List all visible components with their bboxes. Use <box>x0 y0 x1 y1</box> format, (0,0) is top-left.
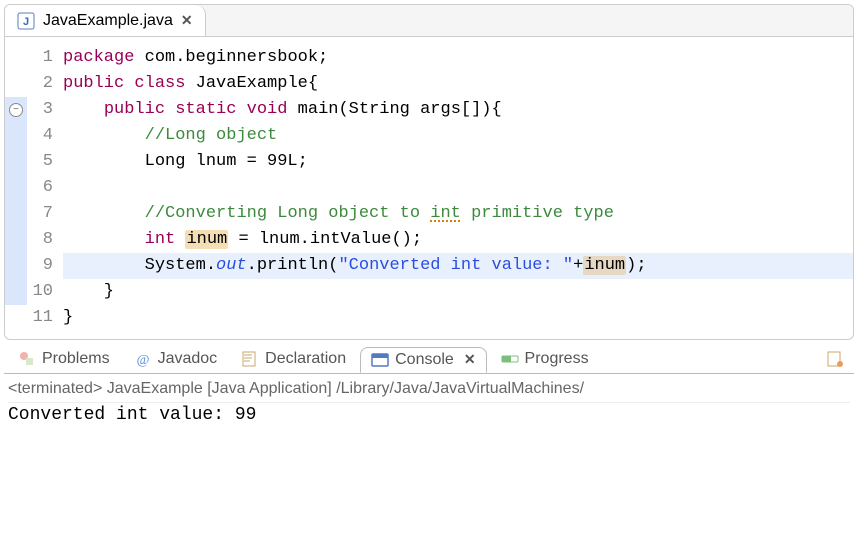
close-icon[interactable]: ✕ <box>464 351 476 368</box>
code-line[interactable]: //Converting Long object to int primitiv… <box>63 201 853 227</box>
gutter-marker <box>5 123 27 149</box>
marker-column: − <box>5 45 27 331</box>
line-number: 1 <box>27 45 53 71</box>
gutter-marker: − <box>5 97 27 123</box>
close-icon[interactable]: ✕ <box>181 12 193 29</box>
tab-console[interactable]: Console ✕ <box>360 347 486 373</box>
tab-label: Problems <box>42 350 110 368</box>
gutter-marker <box>5 71 27 97</box>
editor-tab[interactable]: J JavaExample.java ✕ <box>5 5 206 36</box>
tab-problems[interactable]: Problems <box>8 347 120 371</box>
fold-icon[interactable]: − <box>9 103 23 117</box>
code-line[interactable]: } <box>63 279 853 305</box>
code-area[interactable]: − 1234567891011 package com.beginnersboo… <box>5 37 853 339</box>
line-number: 7 <box>27 201 53 227</box>
tab-progress[interactable]: Progress <box>491 347 599 371</box>
svg-text:J: J <box>23 16 29 28</box>
line-number: 3 <box>27 97 53 123</box>
gutter-marker <box>5 253 27 279</box>
gutter-marker <box>5 227 27 253</box>
line-number-gutter: 1234567891011 <box>27 45 59 331</box>
declaration-icon <box>241 350 259 368</box>
java-file-icon: J <box>17 12 35 30</box>
editor-tab-bar: J JavaExample.java ✕ <box>5 5 853 37</box>
gutter-marker <box>5 175 27 201</box>
tab-label: Progress <box>525 350 589 368</box>
code-lines[interactable]: package com.beginnersbook;public class J… <box>59 45 853 331</box>
console-content: <terminated> JavaExample [Java Applicati… <box>4 374 854 429</box>
code-line[interactable]: public static void main(String args[]){ <box>63 97 853 123</box>
progress-icon <box>501 350 519 368</box>
tab-declaration[interactable]: Declaration <box>231 347 356 371</box>
console-output: Converted int value: 99 <box>8 403 850 427</box>
javadoc-icon: @ <box>134 350 152 368</box>
problems-icon <box>18 350 36 368</box>
console-status: <terminated> JavaExample [Java Applicati… <box>8 376 850 403</box>
code-line[interactable]: public class JavaExample{ <box>63 71 853 97</box>
tab-label: Console <box>395 351 454 369</box>
code-line[interactable]: package com.beginnersbook; <box>63 45 853 71</box>
svg-text:@: @ <box>136 353 149 368</box>
bottom-pane: Problems @ Javadoc Declaration Console ✕ <box>4 344 854 429</box>
line-number: 10 <box>27 279 53 305</box>
code-line[interactable]: int inum = lnum.intValue(); <box>63 227 853 253</box>
line-number: 8 <box>27 227 53 253</box>
gutter-marker <box>5 279 27 305</box>
gutter-marker <box>5 305 27 331</box>
gutter-marker <box>5 201 27 227</box>
tab-label: Javadoc <box>158 350 218 368</box>
line-number: 4 <box>27 123 53 149</box>
tab-javadoc[interactable]: @ Javadoc <box>124 347 228 371</box>
gutter-marker <box>5 45 27 71</box>
line-number: 2 <box>27 71 53 97</box>
gutter-marker <box>5 149 27 175</box>
tab-label: Declaration <box>265 350 346 368</box>
bottom-tab-bar: Problems @ Javadoc Declaration Console ✕ <box>4 344 854 374</box>
code-line[interactable]: } <box>63 305 853 331</box>
toolbar-icon[interactable] <box>826 350 844 368</box>
line-number: 6 <box>27 175 53 201</box>
line-number: 9 <box>27 253 53 279</box>
tab-filename: JavaExample.java <box>43 12 173 30</box>
code-line[interactable]: //Long object <box>63 123 853 149</box>
console-icon <box>371 351 389 369</box>
code-line[interactable]: System.out.println("Converted int value:… <box>63 253 853 279</box>
line-number: 11 <box>27 305 53 331</box>
line-number: 5 <box>27 149 53 175</box>
code-line[interactable]: Long lnum = 99L; <box>63 149 853 175</box>
editor-pane: J JavaExample.java ✕ − 1234567891011 pac… <box>4 4 854 340</box>
code-line[interactable] <box>63 175 853 201</box>
